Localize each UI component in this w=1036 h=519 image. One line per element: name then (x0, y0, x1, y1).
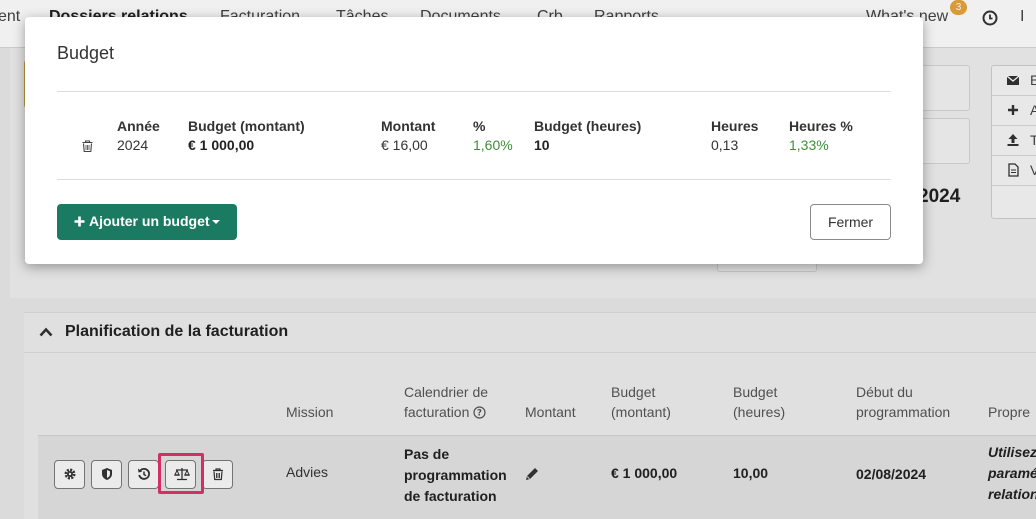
add-budget-label: Ajouter un budget (89, 213, 210, 229)
header-hours: Heures (711, 118, 759, 134)
value-year: 2024 (117, 137, 149, 153)
plus-icon (74, 216, 85, 227)
header-year: Année (117, 118, 160, 134)
value-hours: 0,13 (711, 137, 739, 153)
caret-down-icon (212, 220, 220, 224)
budget-modal: Budget Année Budget (montant) Montant % … (25, 17, 923, 264)
value-budget-hours: 10 (534, 137, 550, 153)
value-budget-amount: € 1 000,00 (188, 137, 255, 153)
value-amount: € 16,00 (381, 137, 428, 153)
header-budget-amount: Budget (montant) (188, 118, 305, 134)
header-hours-percent: Heures % (789, 118, 853, 134)
close-button[interactable]: Fermer (810, 204, 891, 240)
modal-title: Budget (57, 43, 115, 63)
header-amount: Montant (381, 118, 436, 134)
value-hours-percent: 1,33% (789, 137, 829, 153)
value-percent: 1,60% (473, 137, 513, 153)
add-budget-button[interactable]: Ajouter un budget (57, 204, 237, 240)
header-budget-hours: Budget (heures) (534, 118, 642, 134)
divider (57, 179, 891, 180)
delete-budget-icon[interactable] (81, 139, 94, 153)
divider (57, 91, 891, 92)
header-percent: % (473, 118, 486, 134)
